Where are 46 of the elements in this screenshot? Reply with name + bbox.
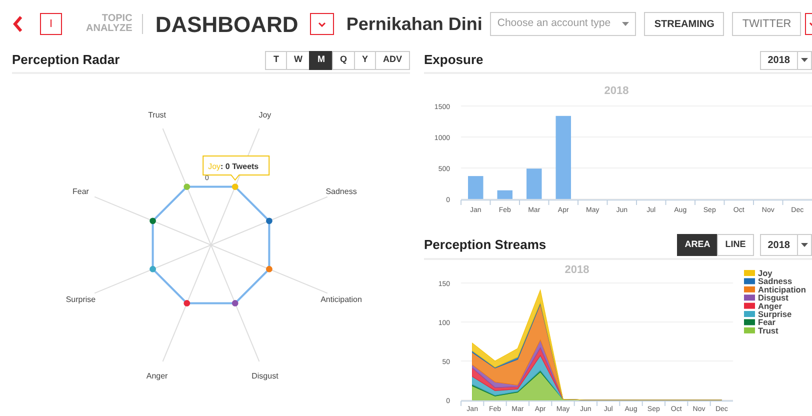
back-icon[interactable] [12,15,24,33]
brand-text: TOPIC [100,14,132,24]
axis-label: Surprise [66,294,96,304]
caret-icon [801,58,808,62]
legend-label: Anticipation [758,284,806,294]
menu-button[interactable]: I [40,13,62,35]
axis-label: Trust [148,110,166,120]
tooltip-text: Joy: 0 Tweets [208,162,259,171]
caret-icon [622,22,630,26]
bar [497,190,512,199]
chart-title: 2018 [564,264,590,276]
period-tab[interactable]: M [309,50,333,70]
panel-title: Perception Radar [12,51,120,70]
legend-label: Fear [758,317,776,328]
legend-label: Trust [758,325,778,336]
bar [526,168,542,199]
streaming-button[interactable]: STREAMING [644,12,724,36]
axis-label: Joy [258,110,272,120]
topic-title: Pernikahan Dini [346,12,482,36]
period-tab[interactable]: Y [354,50,376,70]
caret-icon [318,22,326,26]
twitter-button[interactable]: TWITTER [732,12,802,36]
year-select[interactable]: 2018 [760,50,798,70]
period-tab[interactable]: W [286,50,310,70]
legend-label: Disgust [758,292,788,303]
year-select[interactable]: 2018 [760,234,798,256]
bar [468,176,484,199]
period-tab[interactable]: ADV [374,50,410,70]
axis-label: Anger [146,371,168,380]
period-tab[interactable]: Q [332,50,355,70]
dropdown-button[interactable] [310,13,334,35]
axis-label: Fear [72,187,89,196]
period-tab[interactable]: T [265,50,287,70]
page-title: DASHBOARD [155,10,298,38]
axis-label: Anticipation [320,294,362,304]
axis-label: Sadness [326,187,357,196]
chart-mode-tab[interactable]: AREA [676,234,718,256]
tooltip-box [202,156,270,181]
chart-mode-tab[interactable]: LINE [717,234,754,256]
caret-icon [801,243,808,247]
axis-label: Disgust [252,371,278,380]
panel-title: Exposure [424,51,484,70]
brand-text: ANALYZE [86,24,132,34]
panel-title: Perception Streams [424,236,546,254]
chart-title: 2018 [604,85,629,97]
legend-label: Joy [758,268,772,278]
